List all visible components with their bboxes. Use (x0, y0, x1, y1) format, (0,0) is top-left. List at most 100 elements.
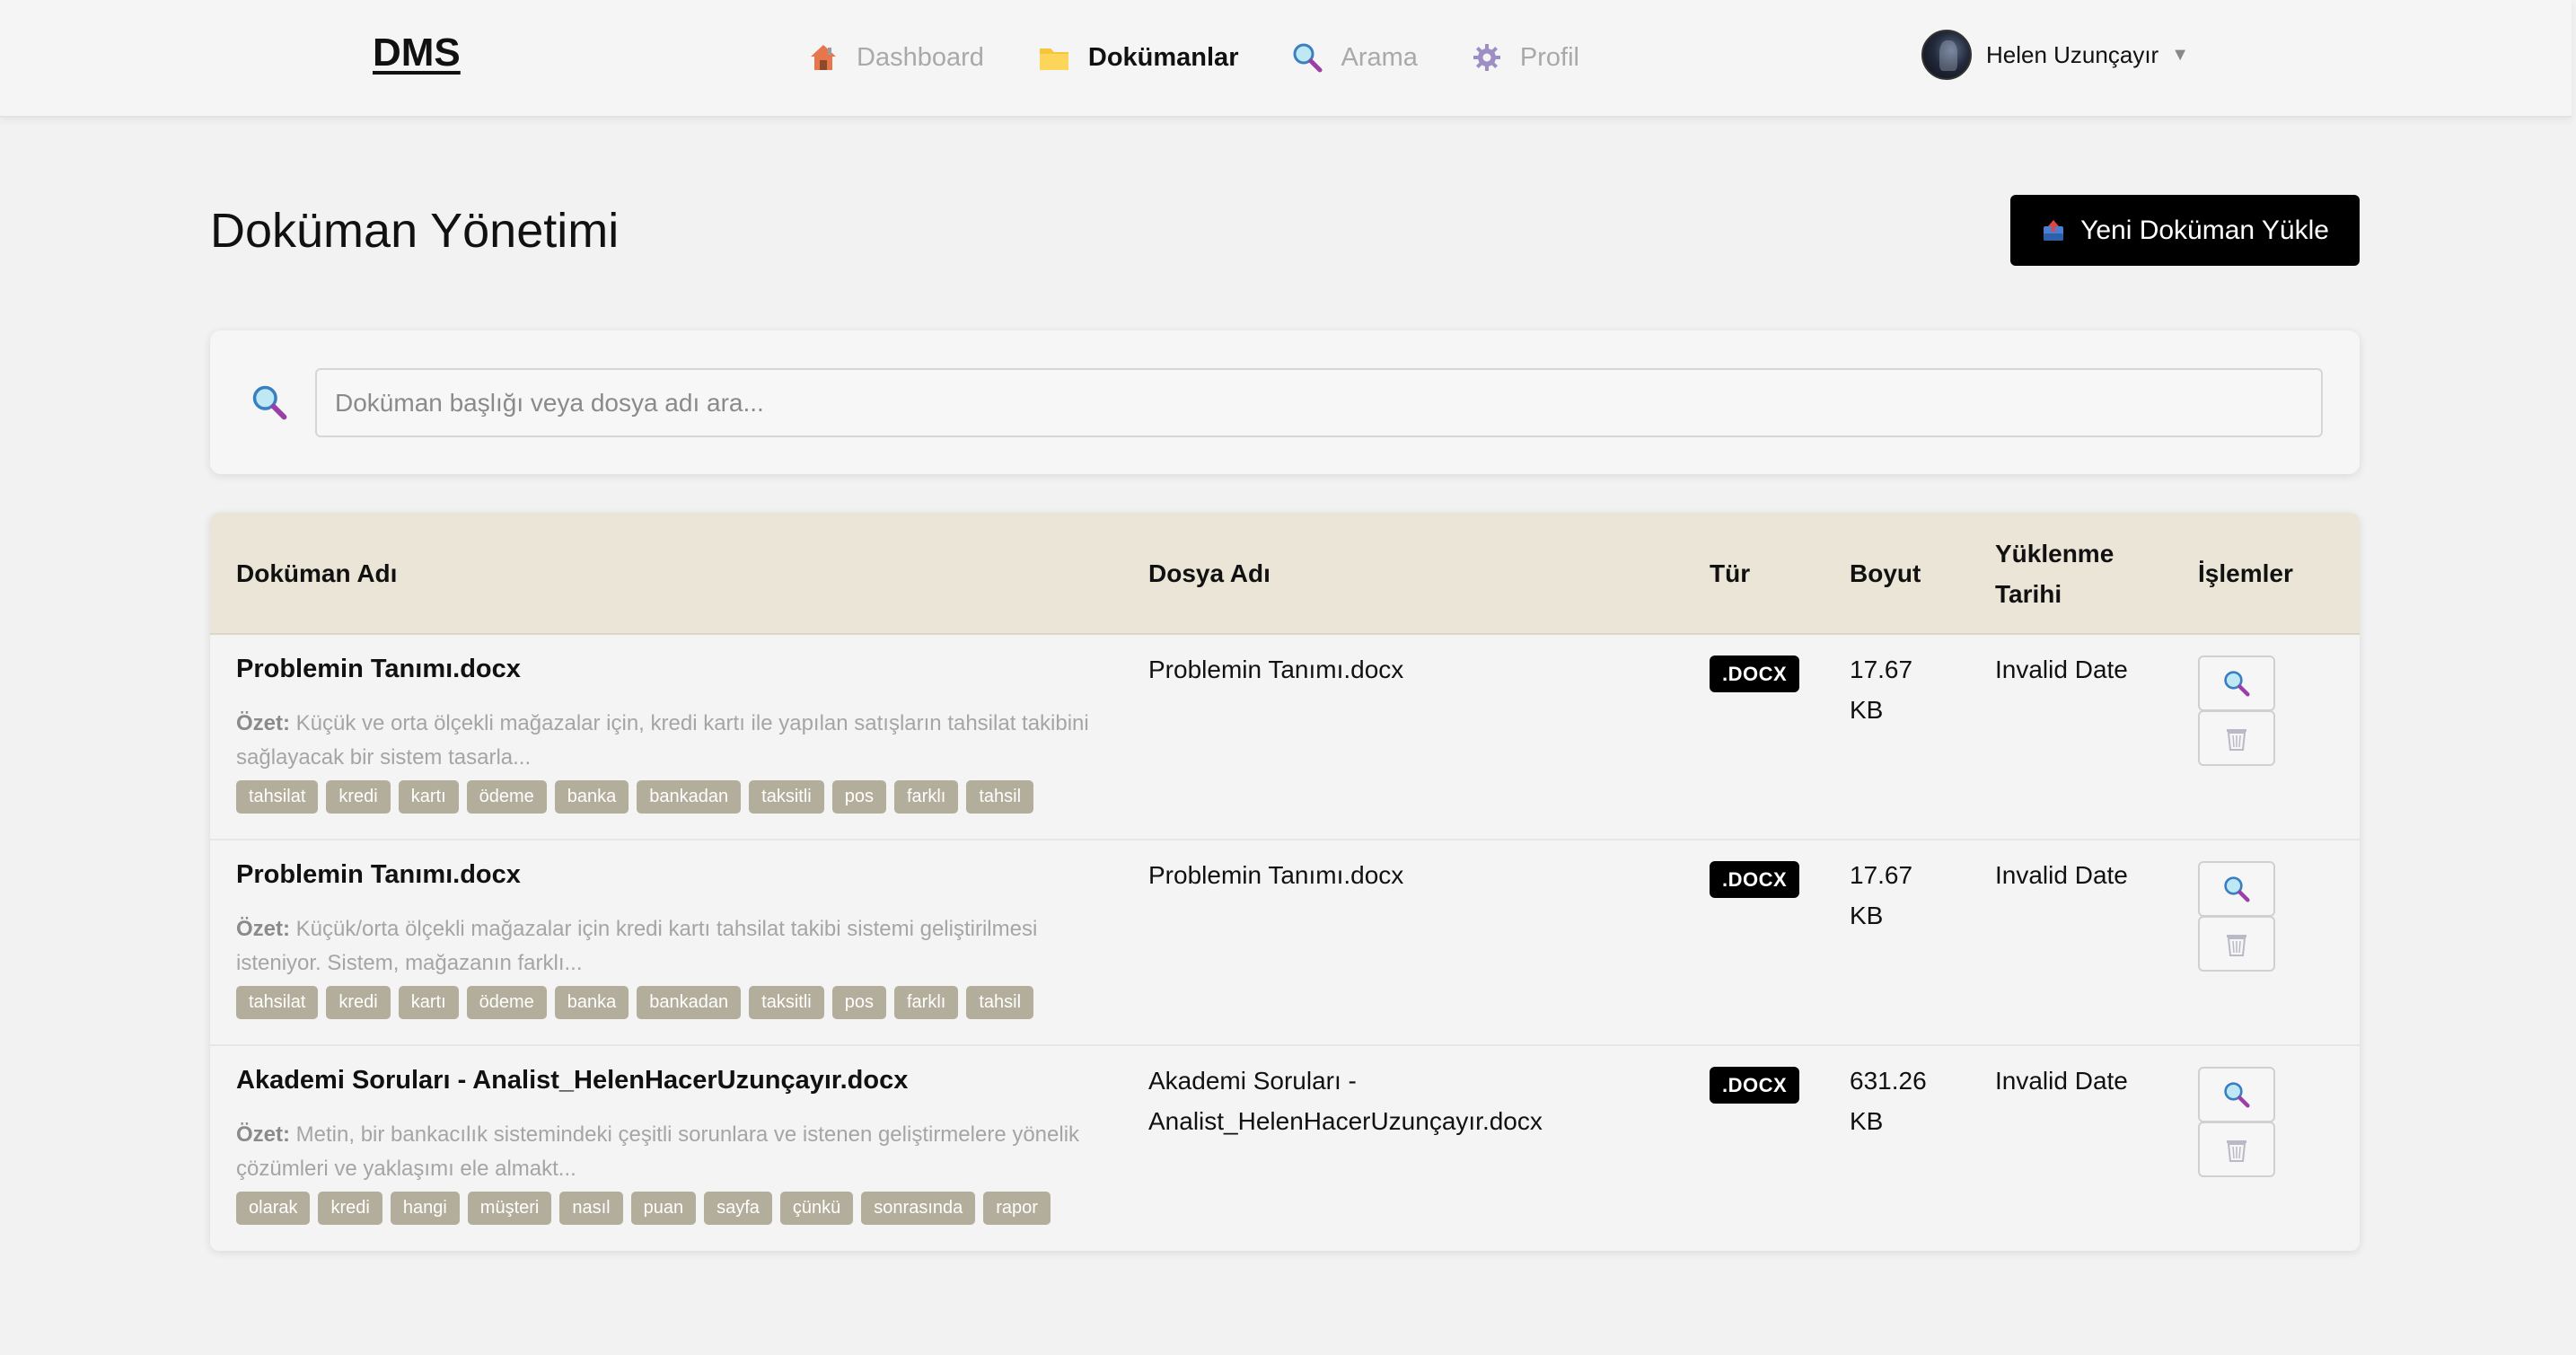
file-type-badge: .DOCX (1710, 861, 1800, 898)
folder-icon (1038, 43, 1070, 72)
column-header-file-name: Dosya Adı (1148, 559, 1270, 587)
chevron-down-icon: ▼ (2171, 44, 2189, 65)
summary-text: Küçük/orta ölçekli mağazalar için kredi … (236, 917, 1038, 975)
file-size: 17.67 KB (1850, 656, 1913, 724)
keyword-tag: sayfa (704, 1192, 772, 1225)
file-name: Problemin Tanımı.docx (1148, 656, 1404, 683)
document-title[interactable]: Problemin Tanımı.docx (236, 649, 521, 690)
nav-item-search[interactable]: Arama (1292, 42, 1418, 73)
keyword-tag: nasıl (559, 1192, 623, 1225)
nav-item-label: Arama (1341, 42, 1418, 72)
trash-icon (2227, 935, 2246, 956)
nav-item-label: Profil (1519, 42, 1579, 72)
top-navbar: DMS Dashboard Dokümanlar Arama Profil He… (0, 0, 2572, 118)
keyword-tag: ödeme (466, 986, 547, 1019)
summary-text: Metin, bir bankacılık sistemindeki çeşit… (236, 1122, 1080, 1181)
nav-item-label: Dashboard (857, 42, 984, 72)
magnifier-icon (1292, 42, 1323, 73)
tag-list: tahsilat kredi kartı ödeme banka bankada… (236, 986, 1034, 1019)
keyword-tag: pos (831, 986, 886, 1019)
view-button[interactable] (2198, 1067, 2275, 1122)
nav-item-profile[interactable]: Profil (1472, 42, 1579, 73)
keyword-tag: çünkü (779, 1192, 854, 1225)
table-row: Akademi Soruları - Analist_HelenHacerUzu… (210, 1046, 2360, 1251)
keyword-tag: taksitli (749, 780, 824, 814)
file-type-badge: .DOCX (1710, 1067, 1800, 1104)
keyword-tag: bankadan (637, 780, 742, 814)
nav-item-dashboard[interactable]: Dashboard (808, 42, 984, 73)
summary-label: Özet: (236, 1122, 290, 1147)
keyword-tag: kartı (398, 986, 459, 1019)
summary-text: Küçük ve orta ölçekli mağazalar için, kr… (236, 711, 1089, 770)
keyword-tag: tahsilat (236, 780, 319, 814)
search-card (210, 330, 2360, 474)
keyword-tag: puan (630, 1192, 697, 1225)
magnifier-icon (2224, 671, 2250, 697)
nav-item-label: Dokümanlar (1087, 42, 1239, 72)
user-name: Helen Uzunçayır (1986, 40, 2159, 68)
summary-label: Özet: (236, 711, 290, 735)
upload-button-label: Yeni Doküman Yükle (2080, 215, 2329, 245)
file-size: 631.26 KB (1850, 1067, 1927, 1135)
keyword-tag: sonrasında (861, 1192, 976, 1225)
column-header-document-name: Doküman Adı (236, 559, 398, 587)
file-name: Problemin Tanımı.docx (1148, 861, 1404, 889)
keyword-tag: ödeme (466, 780, 547, 814)
keyword-tag: bankadan (637, 986, 742, 1019)
keyword-tag: müşteri (467, 1192, 552, 1225)
keyword-tag: banka (554, 780, 629, 814)
tag-list: tahsilat kredi kartı ödeme banka bankada… (236, 780, 1034, 814)
column-header-type: Tür (1710, 559, 1751, 587)
upload-date: Invalid Date (1995, 656, 2128, 683)
keyword-tag: kredi (326, 986, 391, 1019)
search-input[interactable] (315, 368, 2323, 437)
trash-icon (2227, 729, 2246, 751)
keyword-tag: banka (554, 986, 629, 1019)
file-name: Akademi Soruları - Analist_HelenHacerUzu… (1148, 1067, 1543, 1135)
keyword-tag: rapor (983, 1192, 1051, 1225)
delete-button[interactable] (2198, 1122, 2275, 1177)
keyword-tag: kredi (326, 780, 391, 814)
file-size: 17.67 KB (1850, 861, 1913, 929)
keyword-tag: farklı (894, 986, 959, 1019)
keyword-tag: olarak (236, 1192, 311, 1225)
table-row: Problemin Tanımı.docx Özet: Küçük ve ort… (210, 635, 2360, 840)
upload-document-button[interactable]: Yeni Doküman Yükle (2010, 195, 2360, 266)
trash-icon (2227, 1140, 2246, 1162)
gear-icon (1472, 42, 1502, 73)
document-title[interactable]: Akademi Soruları - Analist_HelenHacerUzu… (236, 1060, 908, 1101)
magnifier-icon (2224, 876, 2250, 902)
avatar (1921, 30, 1972, 80)
keyword-tag: kartı (398, 780, 459, 814)
table-row: Problemin Tanımı.docx Özet: Küçük/orta ö… (210, 840, 2360, 1046)
delete-button[interactable] (2198, 916, 2275, 972)
column-header-size: Boyut (1850, 559, 1921, 587)
upload-date: Invalid Date (1995, 1067, 2128, 1095)
document-summary: Özet: Metin, bir bankacılık sistemindeki… (236, 1118, 1089, 1186)
keyword-tag: kredi (318, 1192, 382, 1225)
table-header: Doküman Adı Dosya Adı Tür Boyut Yüklenme… (210, 513, 2360, 635)
document-summary: Özet: Küçük ve orta ölçekli mağazalar iç… (236, 707, 1089, 775)
nav-links: Dashboard Dokümanlar Arama Profil (808, 36, 1633, 79)
file-type-badge: .DOCX (1710, 656, 1800, 692)
view-button[interactable] (2198, 861, 2275, 917)
keyword-tag: tahsil (966, 780, 1034, 814)
page-title: Doküman Yönetimi (210, 204, 620, 258)
keyword-tag: hangi (390, 1192, 460, 1225)
document-title[interactable]: Problemin Tanımı.docx (236, 855, 521, 895)
app-logo[interactable]: DMS (373, 31, 461, 75)
keyword-tag: pos (831, 780, 886, 814)
delete-button[interactable] (2198, 710, 2275, 766)
house-icon (808, 42, 839, 73)
keyword-tag: farklı (894, 780, 959, 814)
nav-item-documents[interactable]: Dokümanlar (1038, 42, 1239, 73)
magnifier-icon (2224, 1082, 2250, 1108)
user-menu[interactable]: Helen Uzunçayır ▼ (1921, 29, 2189, 81)
document-summary: Özet: Küçük/orta ölçekli mağazalar için … (236, 912, 1089, 981)
documents-table: Doküman Adı Dosya Adı Tür Boyut Yüklenme… (210, 513, 2360, 1251)
column-header-actions: İşlemler (2198, 559, 2293, 587)
keyword-tag: tahsil (966, 986, 1034, 1019)
summary-label: Özet: (236, 917, 290, 941)
column-header-upload-date: Yüklenme Tarihi (1995, 540, 2114, 608)
view-button[interactable] (2198, 656, 2275, 711)
